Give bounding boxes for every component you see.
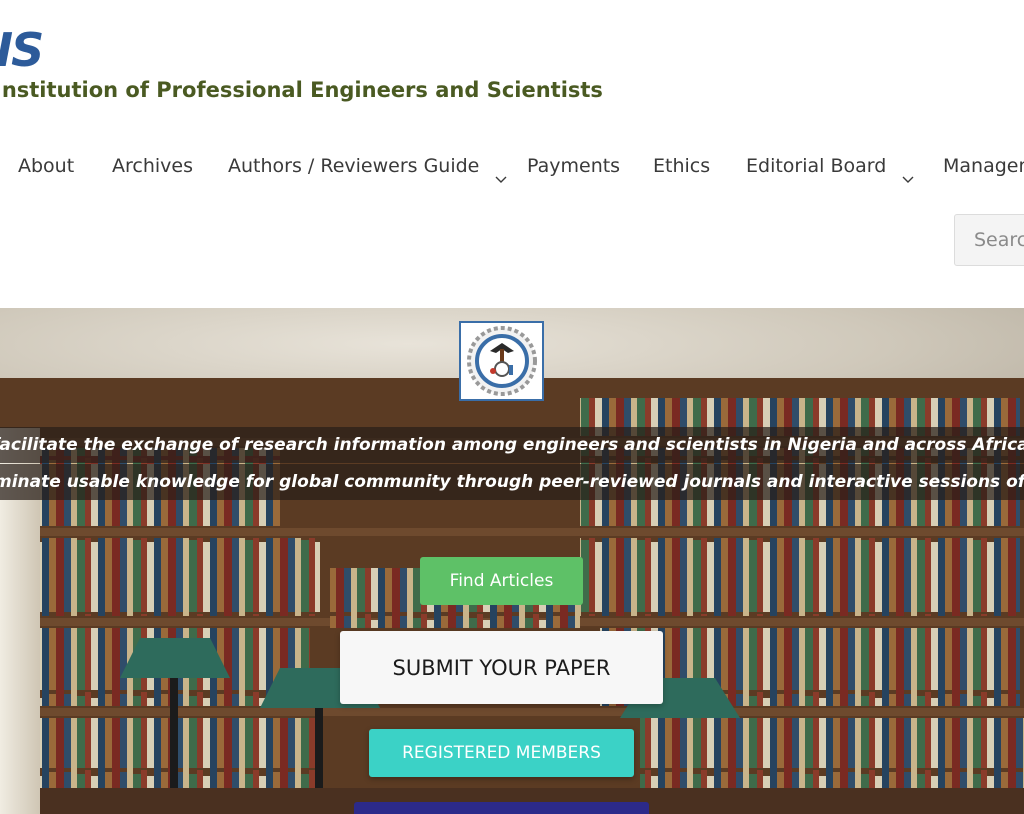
- nav-item-label: Managem: [943, 155, 1024, 177]
- nav-item-label: Payments: [527, 155, 621, 177]
- nav-item-about[interactable]: About: [18, 146, 74, 186]
- nav-item-label: Editorial Board: [746, 155, 887, 177]
- mission-text-line-1: facilitate the exchange of research info…: [0, 427, 1024, 463]
- nav-item-payments[interactable]: Payments: [527, 146, 620, 186]
- nav-item-ethics[interactable]: Ethics: [653, 146, 710, 186]
- nav-item-management[interactable]: Managem: [943, 146, 1024, 186]
- chevron-down-icon: [495, 159, 507, 183]
- hero-banner: facilitate the exchange of research info…: [0, 308, 1024, 814]
- logo-abbreviation[interactable]: IS: [0, 22, 44, 78]
- nav-item-label: Ethics: [653, 155, 711, 177]
- nav-item-authors-reviewers-guide[interactable]: Authors / Reviewers Guide: [228, 146, 507, 186]
- nav-item-editorial-board[interactable]: Editorial Board: [746, 146, 914, 186]
- nav-item-label: About: [18, 155, 75, 177]
- partially-visible-button[interactable]: [354, 802, 649, 814]
- nav-item-label: Archives: [112, 155, 193, 177]
- chevron-down-icon: [902, 159, 914, 183]
- nav-item-label: Authors / Reviewers Guide: [228, 155, 480, 177]
- mission-text-line-2: minate usable knowledge for global commu…: [0, 464, 1024, 500]
- nav-item-archives[interactable]: Archives: [112, 146, 193, 186]
- site-header: IS Institution of Professional Engineers…: [0, 0, 1024, 308]
- mission-line-2-text: minate usable knowledge for global commu…: [0, 472, 1024, 492]
- institution-emblem-icon: [459, 321, 544, 401]
- registered-members-button[interactable]: REGISTERED MEMBERS: [369, 729, 634, 777]
- search-box: [954, 214, 1024, 266]
- search-input[interactable]: [955, 215, 1024, 265]
- submit-paper-button[interactable]: SUBMIT YOUR PAPER: [340, 631, 663, 704]
- logo-institution-name[interactable]: Institution of Professional Engineers an…: [0, 76, 603, 104]
- find-articles-button[interactable]: Find Articles: [420, 557, 583, 605]
- mission-line-1-text: facilitate the exchange of research info…: [0, 435, 1024, 455]
- main-nav: About Archives Authors / Reviewers Guide…: [0, 146, 1024, 186]
